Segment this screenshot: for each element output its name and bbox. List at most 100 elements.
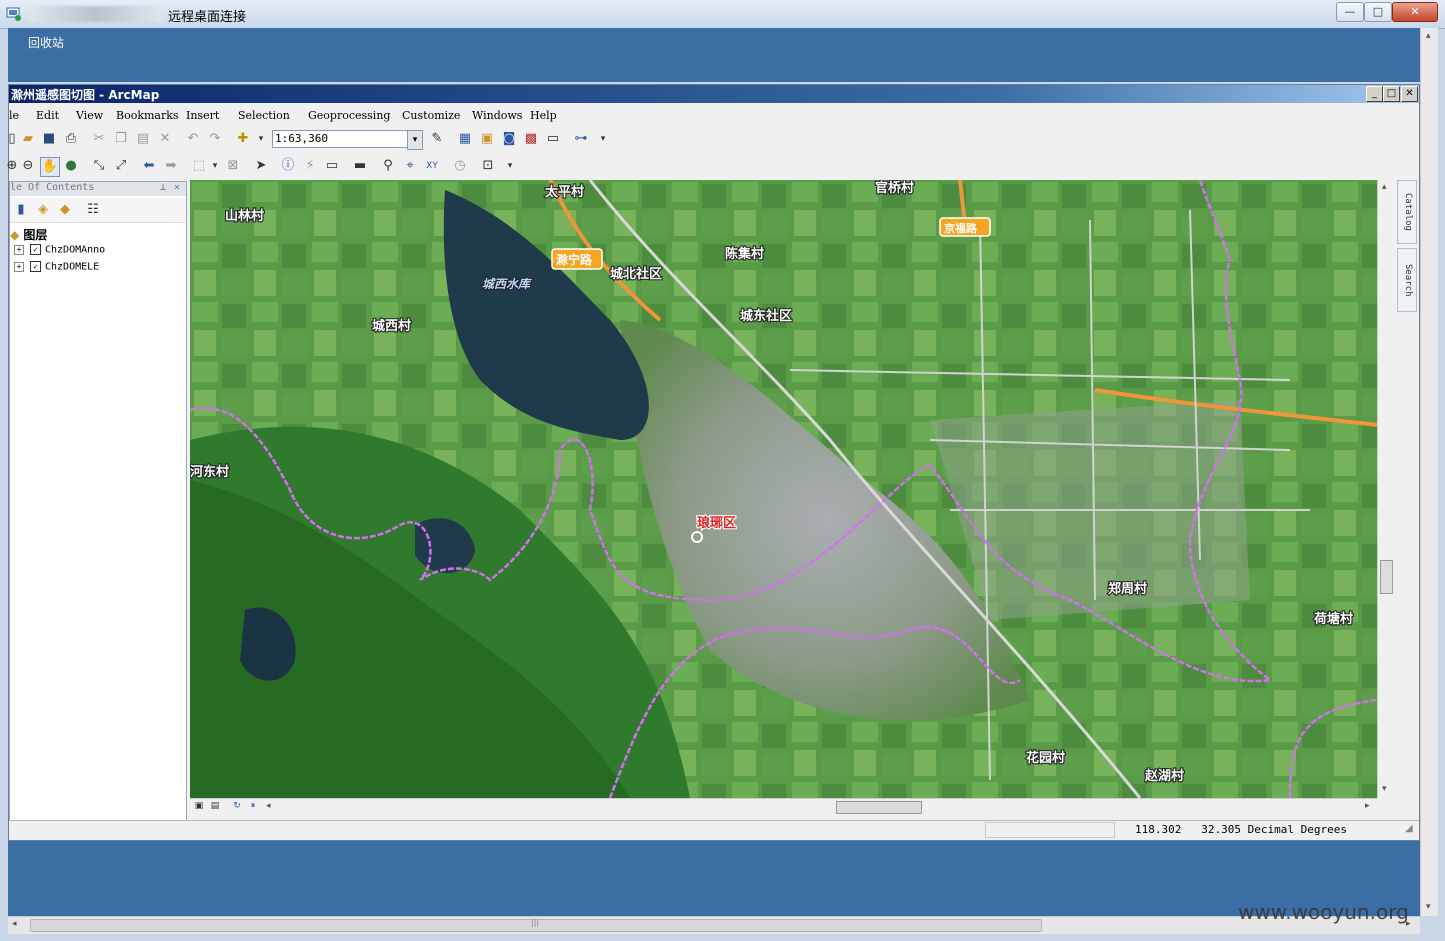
go-to-xy-icon[interactable]: XY: [423, 157, 441, 175]
coordinate-x: 118.302: [1135, 823, 1182, 836]
status-message-panel: [985, 822, 1115, 838]
road-shield-label: 京福路: [944, 221, 978, 235]
open-folder-icon[interactable]: ▰: [19, 130, 37, 148]
menu-bookmarks[interactable]: Bookmarks: [116, 109, 179, 122]
cut-icon[interactable]: ✂: [90, 130, 108, 148]
add-data-dropdown-icon[interactable]: ▾: [252, 130, 270, 148]
menu-windows[interactable]: Windows: [472, 109, 522, 122]
pin-icon[interactable]: ⊥: [160, 182, 166, 193]
scroll-up-arrow-icon[interactable]: ▴: [1426, 31, 1431, 41]
catalog-tab[interactable]: Catalog: [1397, 180, 1417, 244]
redo-icon[interactable]: ↷: [206, 130, 224, 148]
zoom-out-icon[interactable]: ⊖: [19, 157, 37, 175]
map-hscroll-thumb[interactable]: [836, 801, 922, 814]
map-horizontal-scrollbar[interactable]: ▣ ▤ ↻ ⏸ ◂ ▸: [190, 798, 1377, 815]
save-icon[interactable]: ■: [40, 130, 58, 148]
scroll-down-arrow-icon[interactable]: ▾: [1382, 784, 1387, 794]
resize-grip-icon[interactable]: ◢: [1405, 823, 1413, 834]
map-label: 河东村: [190, 464, 229, 480]
search-tab[interactable]: Search: [1397, 248, 1417, 312]
map-vertical-scrollbar[interactable]: ▴ ▾: [1377, 180, 1394, 798]
pause-drawing-icon[interactable]: ⏸: [246, 799, 260, 813]
hyperlink-icon[interactable]: ⚡: [301, 157, 319, 175]
menu-selection[interactable]: Selection: [238, 109, 290, 122]
list-by-visibility-icon[interactable]: ◆: [56, 201, 74, 219]
rdp-minimize-button[interactable]: —: [1336, 2, 1364, 22]
model-builder-icon[interactable]: ⊶: [572, 130, 590, 148]
fixed-zoom-in-icon[interactable]: ⤡: [90, 157, 108, 175]
rdp-maximize-button[interactable]: □: [1364, 2, 1392, 22]
menu-view[interactable]: View: [76, 109, 103, 122]
map-label: 城西村: [372, 318, 411, 334]
measure-icon[interactable]: ▬: [351, 157, 369, 175]
scroll-down-arrow-icon[interactable]: ▾: [1426, 902, 1431, 912]
menu-insert[interactable]: Insert: [186, 109, 219, 122]
arcmap-minimize-button[interactable]: _: [1366, 86, 1383, 102]
arcmap-titlebar[interactable]: 滁州遥感图切图 - ArcMap _ □ ✕: [9, 85, 1419, 103]
list-by-source-icon[interactable]: ◈: [34, 201, 52, 219]
select-elements-icon[interactable]: ➤: [252, 157, 270, 175]
table-of-contents-panel: le Of Contents ⊥ ✕ ▮ ◈ ◆ ☷ ◆ 图层 + ✓ ChzDOM…: [9, 181, 187, 823]
arcmap-close-button[interactable]: ✕: [1401, 86, 1418, 102]
list-by-drawing-order-icon[interactable]: ▮: [12, 201, 30, 219]
pan-icon[interactable]: ✋: [40, 157, 60, 177]
search-window-icon[interactable]: ◙: [500, 130, 518, 148]
data-view-icon[interactable]: ▤: [208, 799, 222, 813]
scroll-left-arrow-icon[interactable]: ◂: [266, 801, 271, 811]
rdp-horizontal-scrollbar[interactable]: ◂ ||| ▸: [8, 916, 1420, 934]
menu-geoprocessing[interactable]: Geoprocessing: [308, 109, 390, 122]
recycle-bin-label[interactable]: 回收站: [28, 34, 64, 51]
add-data-icon[interactable]: ✚: [234, 130, 252, 148]
undo-icon[interactable]: ↶: [184, 130, 202, 148]
menu-file[interactable]: le: [9, 109, 19, 122]
create-viewer-window-icon[interactable]: ⊡: [479, 157, 497, 175]
arctoolbox-icon[interactable]: ▩: [522, 130, 540, 148]
select-dropdown-icon[interactable]: ▾: [206, 157, 224, 175]
tools-options-icon[interactable]: ▾: [501, 157, 519, 175]
rdp-vertical-scrollbar[interactable]: ▴ ▾: [1420, 28, 1438, 916]
expand-icon[interactable]: +: [14, 244, 24, 255]
fixed-zoom-out-icon[interactable]: ⤢: [112, 157, 130, 175]
paste-icon[interactable]: ▤: [134, 130, 152, 148]
print-icon[interactable]: ⎙: [62, 130, 80, 148]
table-of-contents-icon[interactable]: ▦: [456, 130, 474, 148]
full-extent-icon[interactable]: ●: [62, 157, 80, 175]
scroll-left-arrow-icon[interactable]: ◂: [12, 919, 17, 929]
copy-icon[interactable]: ❐: [112, 130, 130, 148]
scroll-up-arrow-icon[interactable]: ▴: [1382, 182, 1387, 192]
clear-selection-icon[interactable]: ⊠: [224, 157, 242, 175]
python-window-icon[interactable]: ▭: [544, 130, 562, 148]
layer-visibility-checkbox[interactable]: ✓: [30, 244, 41, 255]
toolbar-options-icon[interactable]: ▾: [594, 130, 612, 148]
find-route-icon[interactable]: ⌖: [401, 157, 419, 175]
rdp-hscroll-thumb[interactable]: |||: [30, 918, 1042, 932]
arcmap-maximize-button[interactable]: □: [1383, 86, 1400, 102]
scale-dropdown-icon[interactable]: ▾: [407, 130, 423, 150]
menu-help[interactable]: Help: [530, 109, 557, 122]
toc-layer-row[interactable]: + ✓ ChzDOMAnno: [14, 244, 190, 260]
layout-view-icon[interactable]: ▣: [192, 799, 206, 813]
layers-group[interactable]: ◆ 图层: [10, 226, 186, 242]
toc-close-icon[interactable]: ✕: [174, 182, 180, 193]
find-icon[interactable]: ⚲: [379, 157, 397, 175]
rdp-close-button[interactable]: ✕: [1392, 2, 1438, 22]
back-extent-icon[interactable]: ⬅: [140, 157, 158, 175]
editor-toolbar-icon[interactable]: ✎: [428, 130, 446, 148]
toc-options-icon[interactable]: ☷: [84, 201, 102, 219]
refresh-icon[interactable]: ↻: [230, 799, 244, 813]
catalog-window-icon[interactable]: ▣: [478, 130, 496, 148]
menu-edit[interactable]: Edit: [36, 109, 59, 122]
time-slider-icon[interactable]: ◷: [451, 157, 469, 175]
delete-icon[interactable]: ✕: [156, 130, 174, 148]
scroll-right-arrow-icon[interactable]: ▸: [1365, 801, 1370, 811]
forward-extent-icon[interactable]: ➡: [162, 157, 180, 175]
layer-visibility-checkbox[interactable]: ✓: [30, 261, 41, 272]
map-vscroll-thumb[interactable]: [1380, 560, 1393, 594]
map-display[interactable]: 太平村 山林村 城西水库 城北社区 陈集村 城东社区 城西村 河东村 琅琊区 郑…: [190, 180, 1377, 798]
identify-icon[interactable]: ⓘ: [279, 157, 297, 175]
expand-icon[interactable]: +: [14, 261, 24, 272]
menu-customize[interactable]: Customize: [402, 109, 460, 122]
toc-layer-row[interactable]: + ✓ ChzDOMELE: [14, 261, 190, 277]
map-scale-input[interactable]: 1:63,360: [272, 130, 410, 148]
html-popup-icon[interactable]: ▭: [323, 157, 341, 175]
